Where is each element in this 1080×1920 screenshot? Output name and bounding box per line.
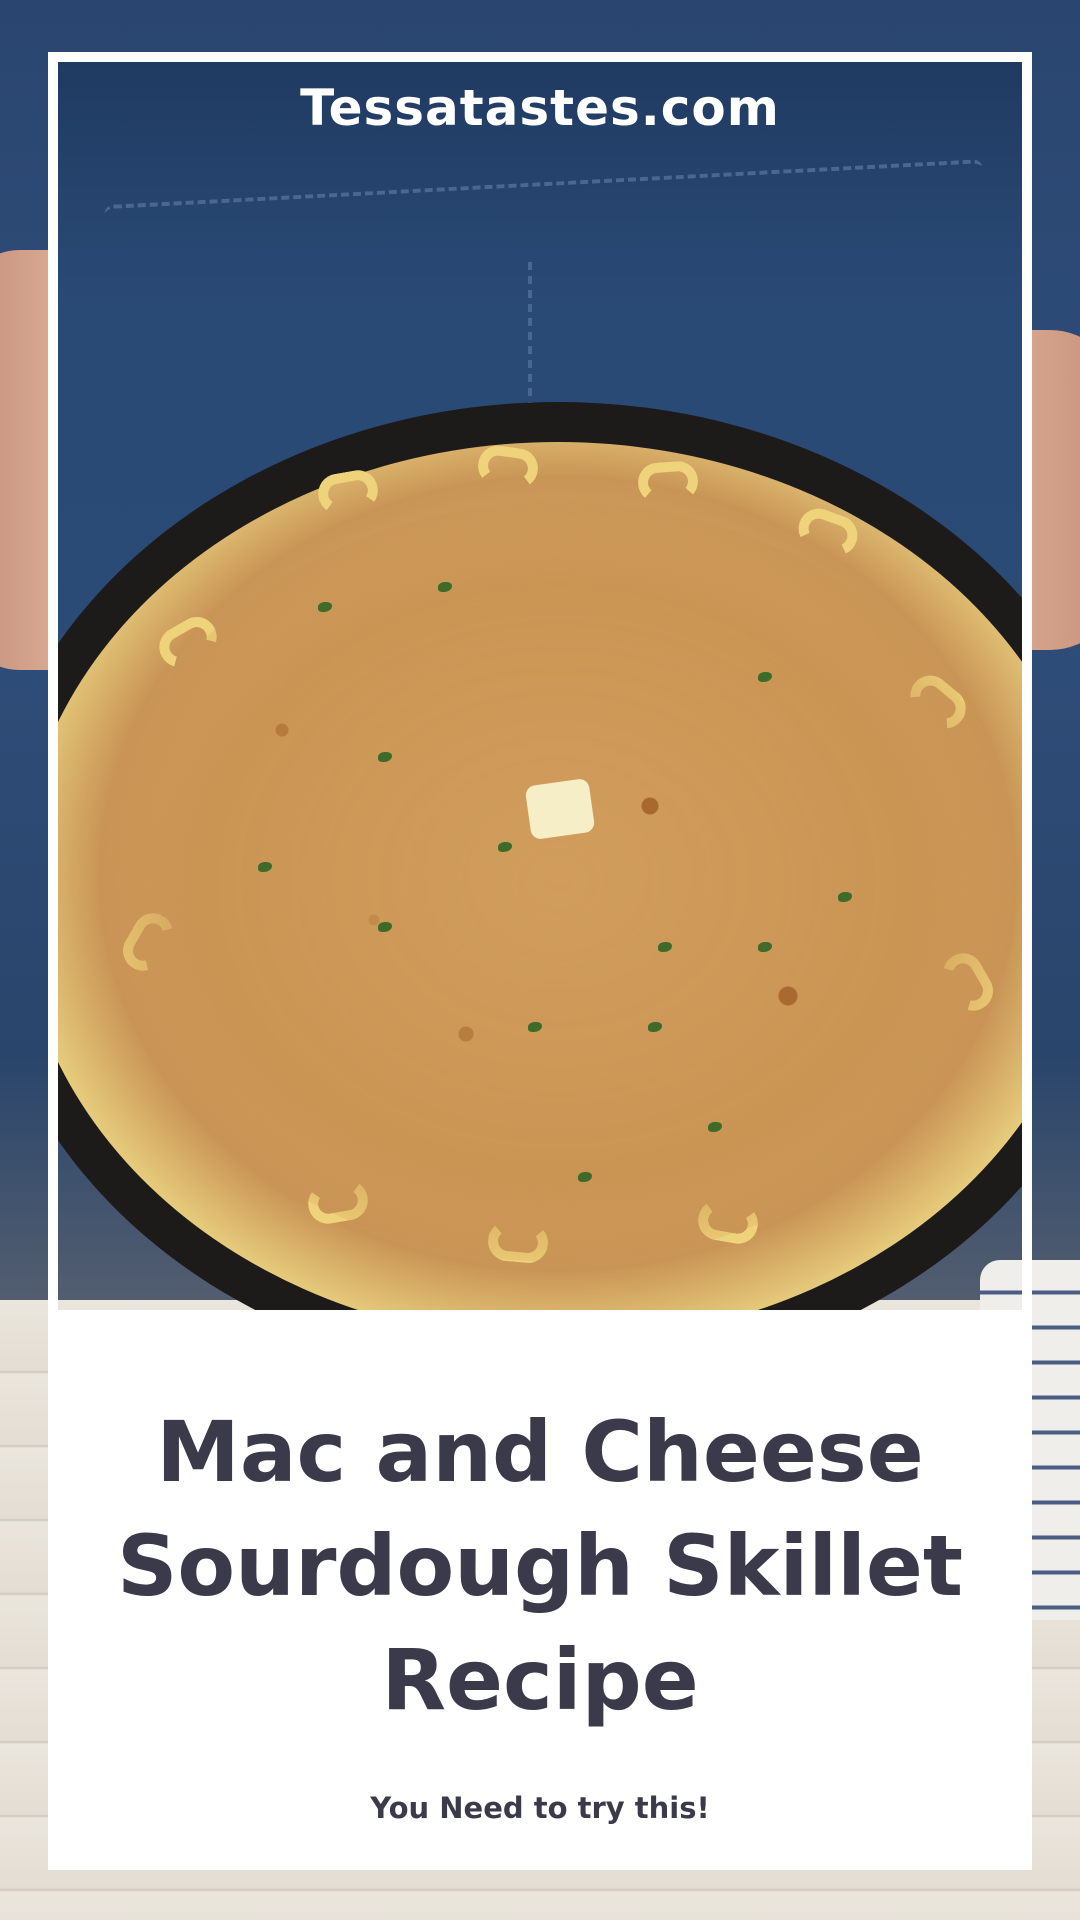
caption-panel: Mac and Cheese Sourdough Skillet Recipe …	[48, 1310, 1032, 1870]
pin-image: Tessatastes.com Mac and Cheese Sourdough…	[0, 0, 1080, 1920]
site-name: Tessatastes.com	[300, 79, 780, 137]
recipe-tagline: You Need to try this!	[370, 1791, 710, 1825]
recipe-title: Mac and Cheese Sourdough Skillet Recipe	[116, 1403, 964, 1729]
